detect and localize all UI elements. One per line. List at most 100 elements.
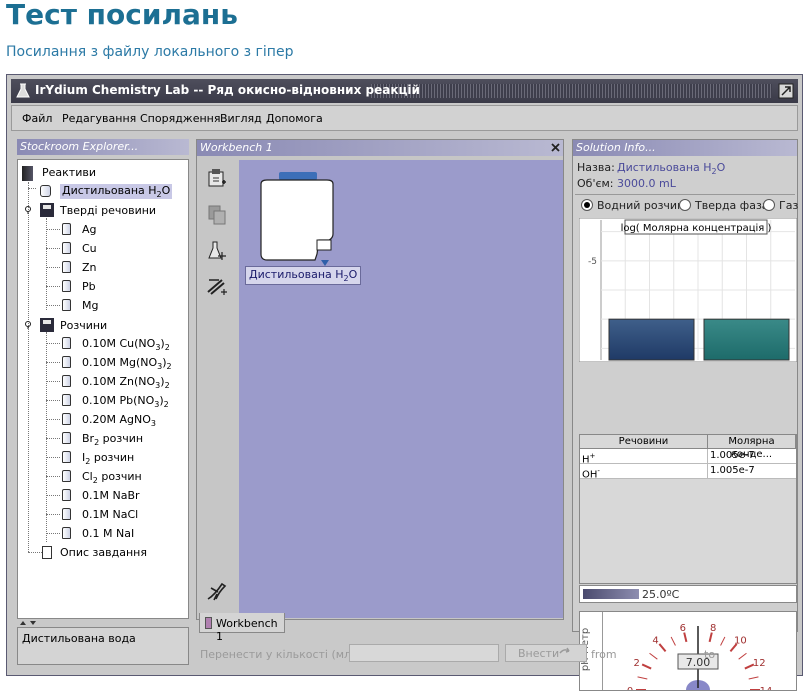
- bottle-icon: [62, 489, 71, 501]
- tree-item-ag[interactable]: Ag: [82, 223, 97, 236]
- phase-solid-label[interactable]: Тверда фаза: [695, 199, 769, 212]
- tree-item-pb[interactable]: Pb: [82, 280, 96, 293]
- expand-knob-icon[interactable]: [24, 206, 32, 214]
- new-solution-tool-icon[interactable]: [205, 166, 229, 190]
- transfer-button[interactable]: Внести: [505, 644, 587, 662]
- bottle-icon: [62, 223, 71, 235]
- expand-knob-icon[interactable]: [24, 321, 32, 329]
- phase-solid-radio[interactable]: [679, 199, 691, 211]
- glassware-tool-icon[interactable]: [205, 238, 229, 262]
- transfer-amount-input[interactable]: [349, 644, 499, 662]
- flask-label[interactable]: Дистильована H2O: [245, 266, 362, 286]
- instruments-tool-icon[interactable]: [205, 274, 229, 298]
- copy-tool-icon: [208, 205, 226, 225]
- table-row-species[interactable]: OH-: [580, 464, 708, 480]
- transfer-label: Перенести у кількості (мл):: [200, 648, 360, 661]
- bottle-icon: [62, 451, 71, 463]
- flask-app-icon: [16, 83, 30, 98]
- volume-value: 3000.0 mL: [617, 177, 676, 190]
- from-label: from: [591, 648, 617, 661]
- maximize-icon[interactable]: [778, 83, 794, 99]
- temperature-value: 25.0ºC: [642, 588, 680, 601]
- phase-aqueous-radio[interactable]: [581, 199, 593, 211]
- water-bottle-icon: [40, 185, 51, 197]
- title-bar[interactable]: IrYdium Chemistry Lab -- Ряд окисно-відн…: [11, 79, 798, 103]
- app-window: IrYdium Chemistry Lab -- Ряд окисно-відн…: [6, 74, 803, 691]
- tree-item-solution[interactable]: 0.20M AgNO3: [82, 413, 156, 428]
- phase-gas-radio[interactable]: [763, 199, 775, 211]
- tree-item-nai[interactable]: 0.1 M NaI: [82, 527, 134, 540]
- thermometer: 25.0ºC: [579, 585, 797, 603]
- workbench-canvas[interactable]: Дистильована H2O: [239, 160, 563, 618]
- menu-equipment[interactable]: Спорядження: [140, 112, 221, 125]
- temperature-bar: [583, 589, 639, 599]
- species-table[interactable]: Речовини Молярна конце... H+ 1.005e-7 OH…: [579, 434, 797, 584]
- bottle-icon: [62, 470, 71, 482]
- tab-label: Workbench 1: [216, 617, 278, 643]
- reagents-icon: [22, 166, 33, 181]
- bar-h-plus: [608, 318, 695, 361]
- concentration-chart: -5 log( Молярна концентрація ): [579, 218, 797, 362]
- tree-item-solution[interactable]: Cl2 розчин: [82, 470, 142, 485]
- tree-item-solution[interactable]: 0.10M Mg(NO3)2: [82, 356, 172, 371]
- table-row-conc[interactable]: 1.005e-7: [708, 449, 796, 464]
- phase-aqueous-label[interactable]: Водний розчин: [597, 199, 684, 212]
- menu-view[interactable]: Вигляд: [220, 112, 262, 125]
- tree-item-nabr[interactable]: 0.1M NaBr: [82, 489, 140, 502]
- stockroom-tree[interactable]: Реактиви Дистильована H2O Тверді речовин…: [17, 159, 189, 619]
- tree-item-distilled-water[interactable]: Дистильована H2O: [60, 184, 173, 200]
- solution-info-header: Solution Info...: [573, 140, 797, 156]
- bottle-icon: [62, 280, 71, 292]
- volume-label: Об'єм:: [577, 177, 614, 190]
- app-title: IrYdium Chemistry Lab -- Ряд окисно-відн…: [35, 83, 420, 97]
- bottle-icon: [62, 337, 71, 349]
- floppy-icon: [40, 318, 54, 332]
- tree-item-mg[interactable]: Mg: [82, 299, 98, 312]
- table-row-conc[interactable]: 1.005e-7: [708, 464, 796, 479]
- table-row-species[interactable]: H+: [580, 449, 708, 465]
- menu-edit[interactable]: Редагування: [62, 112, 136, 125]
- menu-file[interactable]: Файл: [22, 112, 52, 125]
- menu-help[interactable]: Допомога: [266, 112, 323, 125]
- tree-item-zn[interactable]: Zn: [82, 261, 97, 274]
- tree-root-reagents[interactable]: Реактиви: [42, 166, 96, 179]
- bottle-icon: [62, 508, 71, 520]
- tree-folder-solutions[interactable]: Розчини: [60, 319, 107, 332]
- ph-scale-label: 6: [680, 623, 686, 634]
- tree-item-nacl[interactable]: 0.1M NaCl: [82, 508, 138, 521]
- ph-scale-label: 8: [710, 623, 716, 634]
- to-label: to: [704, 648, 716, 661]
- name-value: Дистильована H2O: [617, 161, 726, 177]
- transfer-button-label: Внести: [518, 647, 560, 660]
- workbench-panel: Workbench 1 Дистильована H2O: [196, 139, 564, 620]
- bottle-icon: [62, 432, 71, 444]
- col-header-concentration[interactable]: Молярна конце...: [708, 435, 796, 460]
- tree-item-solution[interactable]: 0.10M Pb(NO3)2: [82, 394, 169, 409]
- tree-item-task-description[interactable]: Опис завдання: [60, 546, 147, 559]
- tree-item-solution[interactable]: 0.10M Zn(NO3)2: [82, 375, 170, 390]
- tab-bottle-icon: [205, 617, 212, 629]
- water-carboy-icon[interactable]: [257, 170, 337, 270]
- close-icon[interactable]: [550, 142, 561, 153]
- airplane-icon[interactable]: [205, 580, 229, 604]
- page-subtitle: Посилання з файлу локального з гіпер: [6, 44, 294, 60]
- tab-workbench-1[interactable]: Workbench 1: [199, 613, 285, 643]
- col-header-species[interactable]: Речовини: [580, 435, 708, 449]
- splitter-arrows-icon[interactable]: [19, 620, 39, 626]
- workbench-title: Workbench 1: [200, 141, 273, 154]
- phase-gas-label[interactable]: Газ: [779, 199, 798, 212]
- menu-bar: Файл Редагування Спорядження Вигляд Допо…: [11, 105, 798, 131]
- pour-arrow-icon: [559, 647, 570, 654]
- selection-status-text: Дистильована вода: [22, 632, 136, 645]
- workbench-header: Workbench 1: [197, 140, 563, 156]
- transfer-bar: Перенести у кількості (мл): Внести from …: [196, 641, 798, 667]
- tree-item-solution[interactable]: 0.10M Cu(NO3)2: [82, 337, 170, 352]
- document-icon: [42, 546, 52, 559]
- tree-item-solution[interactable]: I2 розчин: [82, 451, 134, 466]
- tree-item-cu[interactable]: Cu: [82, 242, 97, 255]
- stockroom-header: Stockroom Explorer...: [17, 139, 189, 155]
- tree-item-solution[interactable]: Br2 розчин: [82, 432, 143, 447]
- bar-oh-minus: [703, 318, 790, 361]
- bottle-icon: [62, 299, 71, 311]
- tree-folder-solids[interactable]: Тверді речовини: [60, 204, 156, 217]
